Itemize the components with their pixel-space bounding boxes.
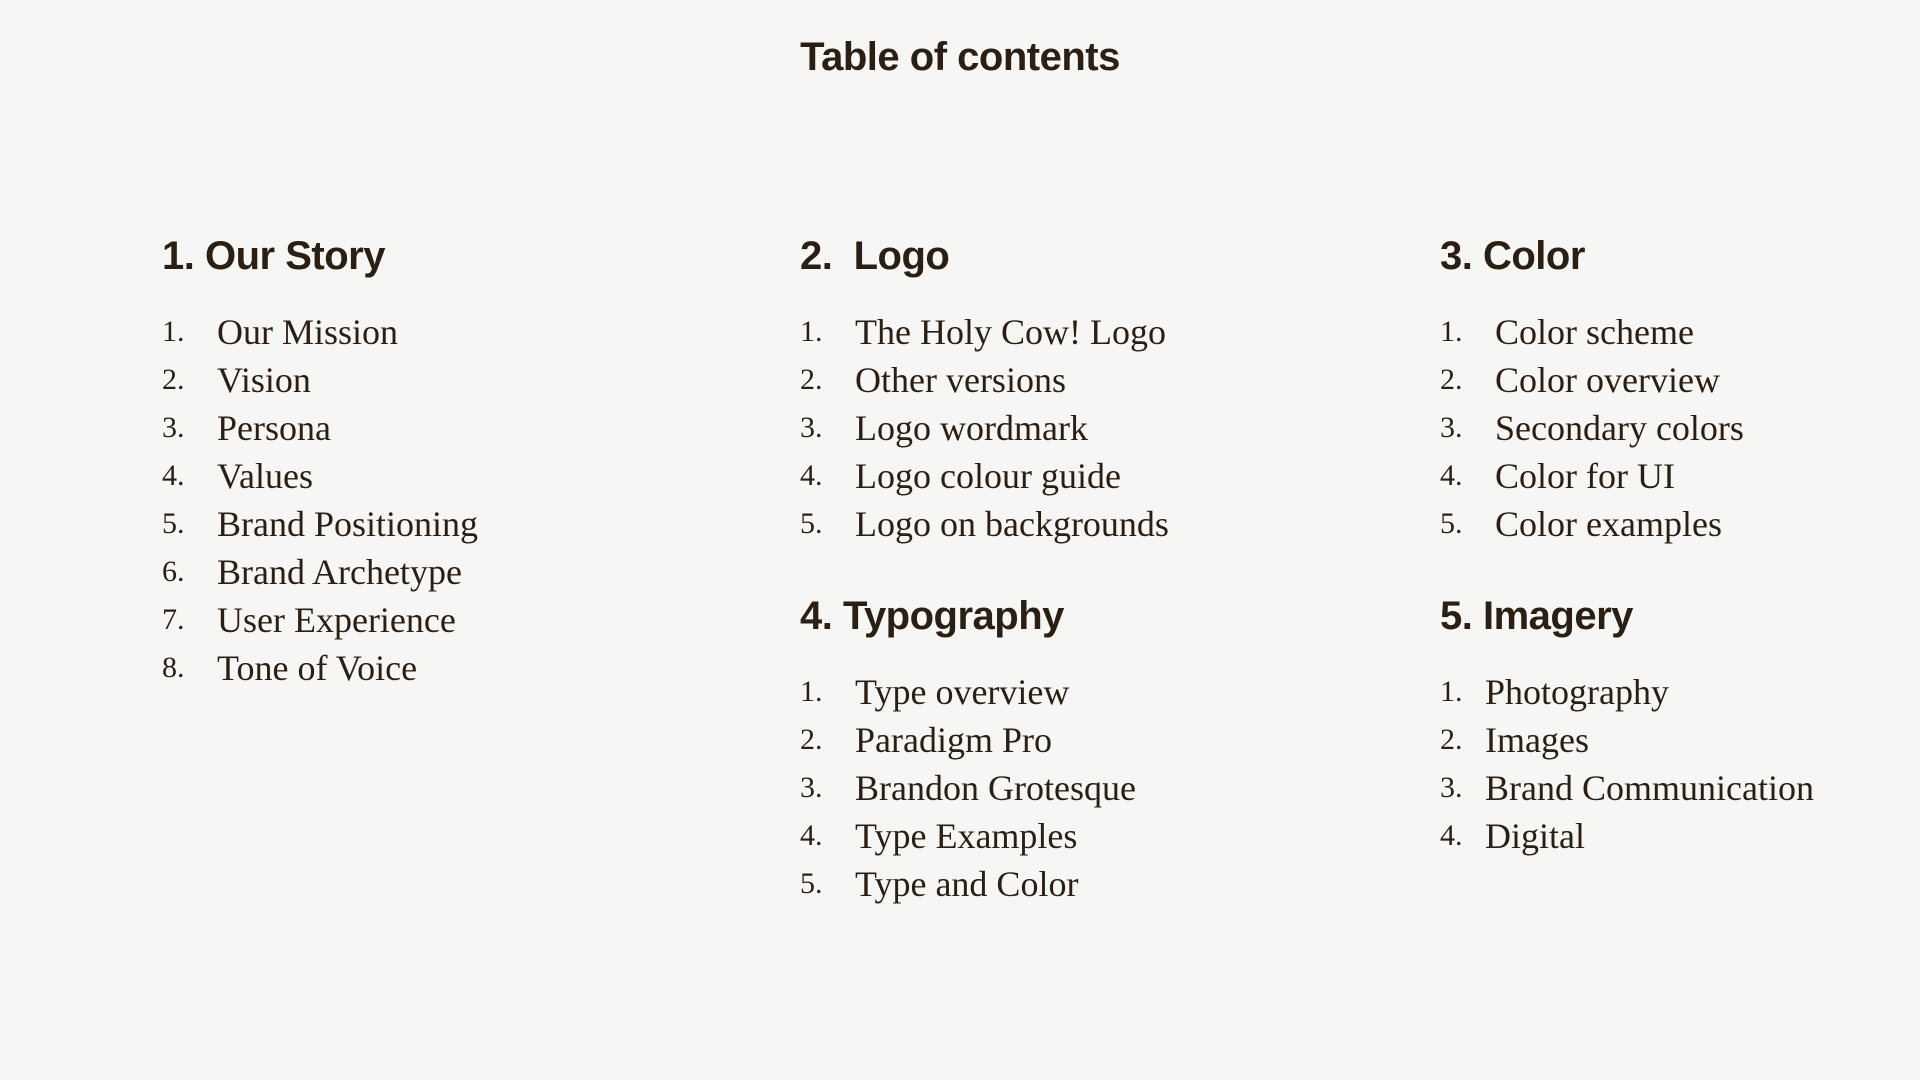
section-heading: 4. Typography — [800, 594, 1064, 638]
toc-item-number: 7. — [162, 603, 185, 636]
toc-item-number: 4. — [1440, 459, 1463, 492]
toc-item[interactable]: 5. Type and Color — [800, 860, 1136, 908]
toc-item[interactable]: 4. Logo colour guide — [800, 452, 1169, 500]
toc-item-label: Vision — [217, 360, 311, 400]
section-heading: 5. Imagery — [1440, 594, 1633, 638]
toc-item[interactable]: 1. Color scheme — [1440, 308, 1744, 356]
toc-item-label: Tone of Voice — [217, 648, 418, 688]
toc-item-label: Images — [1485, 720, 1589, 760]
toc-item[interactable]: 1. The Holy Cow! Logo — [800, 308, 1169, 356]
section-list: 1. Type overview 2. Paradigm Pro 3. Brandon… — [800, 668, 1136, 908]
toc-item[interactable]: 3. Brand Communication — [1440, 764, 1814, 812]
toc-item-number: 4. — [800, 459, 823, 492]
toc-item-label: Other versions — [855, 360, 1066, 400]
toc-item[interactable]: 2. Paradigm Pro — [800, 716, 1136, 764]
toc-item-label: Logo wordmark — [855, 408, 1088, 448]
section-list: 1. Photography 2. Images 3. Brand Communica… — [1440, 668, 1814, 860]
toc-item-label: Persona — [217, 408, 331, 448]
section-color: 3. Color 1. Color scheme 2. Color overview… — [1440, 236, 1744, 548]
toc-item-number: 4. — [1440, 819, 1463, 852]
toc-item-number: 5. — [162, 507, 185, 540]
section-heading: 1. Our Story — [162, 234, 385, 278]
toc-item-number: 4. — [800, 819, 823, 852]
section-typography: 4. Typography 1. Type overview 2. Paradigm… — [800, 596, 1136, 908]
toc-item-label: Values — [217, 456, 313, 496]
toc-item-label: Paradigm Pro — [855, 720, 1052, 760]
toc-item[interactable]: 8. Tone of Voice — [162, 644, 478, 692]
toc-item-number: 6. — [162, 555, 185, 588]
toc-item-number: 2. — [1440, 723, 1463, 756]
toc-item-label: Type Examples — [855, 816, 1078, 856]
toc-item-number: 5. — [800, 507, 823, 540]
toc-item-number: 3. — [1440, 411, 1463, 444]
toc-item-number: 3. — [1440, 771, 1463, 804]
toc-item-label: Color for UI — [1495, 456, 1675, 496]
toc-item[interactable]: 4. Type Examples — [800, 812, 1136, 860]
toc-item-number: 4. — [162, 459, 185, 492]
toc-item-number: 2. — [800, 723, 823, 756]
toc-item[interactable]: 1. Photography — [1440, 668, 1814, 716]
toc-item[interactable]: 2. Other versions — [800, 356, 1169, 404]
toc-item-number: 1. — [1440, 675, 1463, 708]
toc-item[interactable]: 3. Logo wordmark — [800, 404, 1169, 452]
toc-item[interactable]: 4. Values — [162, 452, 478, 500]
toc-item-number: 1. — [162, 315, 185, 348]
toc-item[interactable]: 5. Logo on backgrounds — [800, 500, 1169, 548]
toc-item-label: Digital — [1485, 816, 1585, 856]
toc-item-label: Photography — [1485, 672, 1669, 712]
toc-item-number: 2. — [1440, 363, 1463, 396]
toc-item-number: 8. — [162, 651, 185, 684]
toc-item-number: 2. — [162, 363, 185, 396]
toc-item[interactable]: 2. Color overview — [1440, 356, 1744, 404]
toc-item[interactable]: 1. Our Mission — [162, 308, 478, 356]
section-heading: 3. Color — [1440, 234, 1585, 278]
toc-item-label: Type and Color — [855, 864, 1079, 904]
section-our-story: 1. Our Story 1. Our Mission 2. Vision 3. Pe… — [162, 236, 478, 692]
toc-item-label: Brand Communication — [1485, 768, 1814, 808]
toc-item-label: The Holy Cow! Logo — [855, 312, 1166, 352]
toc-item-number: 3. — [162, 411, 185, 444]
toc-item-number: 5. — [1440, 507, 1463, 540]
section-list: 1. The Holy Cow! Logo 2. Other versions 3.… — [800, 308, 1169, 548]
toc-item-label: Color overview — [1495, 360, 1720, 400]
toc-item[interactable]: 3. Secondary colors — [1440, 404, 1744, 452]
toc-item-label: Our Mission — [217, 312, 399, 352]
toc-item-number: 1. — [800, 315, 823, 348]
toc-item[interactable]: 4. Color for UI — [1440, 452, 1744, 500]
toc-item-label: Logo on backgrounds — [855, 504, 1169, 544]
toc-item[interactable]: 7. User Experience — [162, 596, 478, 644]
section-imagery: 5. Imagery 1. Photography 2. Images 3. Bran… — [1440, 596, 1814, 860]
page-title: Table of contents — [800, 35, 1120, 79]
toc-item-number: 2. — [800, 363, 823, 396]
toc-item-label: Brand Positioning — [217, 504, 479, 544]
toc-item-number: 3. — [800, 771, 823, 804]
toc-item-number: 3. — [800, 411, 823, 444]
toc-item-label: Secondary colors — [1495, 408, 1744, 448]
toc-item[interactable]: 2. Vision — [162, 356, 478, 404]
toc-item[interactable]: 4. Digital — [1440, 812, 1814, 860]
toc-item-label: Color scheme — [1495, 312, 1694, 352]
toc-item[interactable]: 1. Type overview — [800, 668, 1136, 716]
toc-item-label: Brandon Grotesque — [855, 768, 1136, 808]
toc-item[interactable]: 3. Brandon Grotesque — [800, 764, 1136, 812]
section-list: 1. Color scheme 2. Color overview 3. Second… — [1440, 308, 1744, 548]
toc-page: Table of contents 1. Our Story 1. Our Mis… — [0, 0, 1920, 1080]
section-heading: 2. Logo — [800, 234, 950, 278]
toc-item-number: 1. — [1440, 315, 1463, 348]
toc-item-label: Logo colour guide — [855, 456, 1121, 496]
section-logo: 2. Logo 1. The Holy Cow! Logo 2. Other ver… — [800, 236, 1169, 548]
toc-item-number: 1. — [800, 675, 823, 708]
toc-item-label: Type overview — [855, 672, 1070, 712]
toc-item-number: 5. — [800, 867, 823, 900]
toc-item[interactable]: 3. Persona — [162, 404, 478, 452]
section-list: 1. Our Mission 2. Vision 3. Persona 4. Value… — [162, 308, 478, 692]
toc-item-label: User Experience — [217, 600, 456, 640]
toc-item[interactable]: 5. Color examples — [1440, 500, 1744, 548]
toc-item[interactable]: 5. Brand Positioning — [162, 500, 478, 548]
toc-item[interactable]: 2. Images — [1440, 716, 1814, 764]
toc-item-label: Brand Archetype — [217, 552, 462, 592]
toc-item[interactable]: 6. Brand Archetype — [162, 548, 478, 596]
toc-item-label: Color examples — [1495, 504, 1722, 544]
